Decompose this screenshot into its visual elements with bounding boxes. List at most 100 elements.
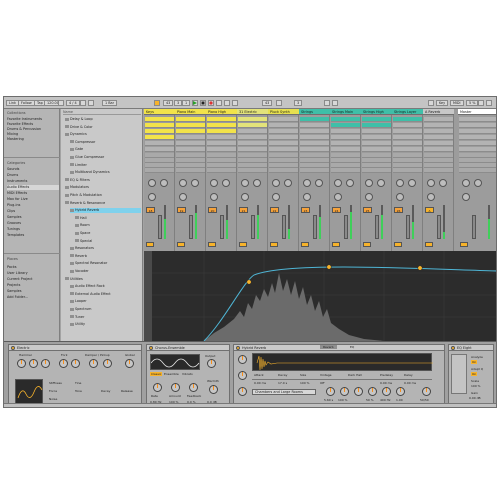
track-number-button[interactable]: 23 — [301, 207, 310, 213]
browser-item[interactable]: Delay & Loop — [65, 117, 141, 122]
clip-slot[interactable] — [362, 147, 391, 152]
sidebar-item-user-library[interactable]: User Library — [7, 271, 59, 276]
clip-slot[interactable] — [331, 135, 360, 140]
clip[interactable] — [145, 129, 174, 134]
clip-slot[interactable] — [176, 135, 205, 140]
clip[interactable] — [176, 123, 205, 128]
clip-slot[interactable] — [269, 168, 298, 173]
send-b-knob[interactable] — [408, 179, 416, 187]
amount-knob[interactable] — [171, 383, 180, 392]
clip-slot[interactable] — [331, 129, 360, 134]
track-activator-button[interactable] — [270, 242, 278, 247]
clip[interactable] — [207, 123, 236, 128]
send-a-knob[interactable] — [272, 179, 280, 187]
clip-slot[interactable] — [331, 141, 360, 146]
device-power-icon[interactable] — [451, 346, 455, 350]
ir-display[interactable] — [252, 353, 433, 371]
clip-slot[interactable] — [207, 141, 236, 146]
blend-knob[interactable] — [422, 387, 431, 396]
gain-value[interactable]: 0.00 dB — [469, 396, 481, 400]
clip-slot[interactable] — [459, 129, 496, 134]
sidebar-item-current-project[interactable]: Current Project — [7, 277, 59, 282]
shape-knob[interactable] — [368, 387, 377, 396]
clip-slot[interactable] — [362, 141, 391, 146]
browser-item[interactable]: Spectrum — [70, 307, 141, 312]
clip-slot[interactable] — [238, 135, 267, 140]
volume-fader[interactable] — [220, 215, 224, 239]
send-knob[interactable] — [238, 355, 247, 364]
send-b-knob[interactable] — [377, 179, 385, 187]
pan-knob[interactable] — [148, 193, 156, 201]
track-title[interactable]: Strings High — [361, 109, 392, 115]
clip-slot[interactable] — [424, 147, 453, 152]
track-number-button[interactable]: 18 — [146, 207, 155, 213]
browser-item[interactable]: Reverb & Resonance — [65, 201, 141, 206]
size-value[interactable]: 100 % — [300, 381, 310, 385]
time-signature[interactable]: 4 / 4 — [66, 100, 80, 106]
track-activator-button[interactable] — [394, 242, 402, 247]
ir-category-select[interactable]: Chambers and Large Rooms — [252, 389, 316, 395]
clip-slot[interactable] — [300, 168, 329, 173]
bass-mult-knob[interactable] — [396, 387, 405, 396]
dot-icon[interactable] — [80, 100, 86, 106]
clip[interactable] — [238, 117, 267, 122]
output-knob[interactable] — [207, 359, 216, 368]
eq-band-selector[interactable] — [451, 354, 467, 394]
browser-item[interactable]: Limiter — [70, 163, 141, 168]
clip-slot[interactable] — [331, 168, 360, 173]
browser-item[interactable]: Pitch & Modulation — [65, 193, 141, 198]
send-b-knob[interactable] — [222, 179, 230, 187]
sidebar-item-samples[interactable]: Samples — [7, 215, 59, 220]
clip[interactable] — [300, 117, 329, 122]
track-number-button[interactable]: 24 — [332, 207, 341, 213]
size-knob[interactable] — [340, 387, 349, 396]
browser-item[interactable]: Utilities — [65, 277, 141, 282]
add-folder-button[interactable]: Add Folder... — [7, 295, 59, 300]
device-power-icon[interactable] — [11, 346, 15, 350]
browser-item[interactable]: Modulators — [65, 185, 141, 190]
sidebar-item-instruments[interactable]: Instruments — [7, 179, 59, 184]
track-activator-button[interactable] — [363, 242, 371, 247]
send-a-knob[interactable] — [427, 179, 435, 187]
browser-item[interactable]: Reverb — [70, 254, 141, 259]
clip-slot[interactable] — [300, 129, 329, 134]
track-title[interactable]: 31 Electric — [237, 109, 268, 115]
browser-item[interactable]: Tuner — [70, 315, 141, 320]
volume-fader[interactable] — [251, 215, 255, 239]
clip-slot[interactable] — [362, 168, 391, 173]
clip-slot[interactable] — [145, 141, 174, 146]
attack-value[interactable]: 0.00 ms — [254, 381, 266, 385]
eq-band-3-handle[interactable] — [417, 265, 423, 271]
pan-knob[interactable] — [179, 193, 187, 201]
track-activator-button[interactable] — [239, 242, 247, 247]
clip-slot[interactable] — [459, 117, 496, 122]
eq-graph[interactable] — [144, 251, 497, 341]
sidebar-item-tunings[interactable]: Tunings — [7, 227, 59, 232]
browser-item[interactable]: Special — [75, 239, 141, 244]
clip-slot[interactable] — [459, 123, 496, 128]
send-a-knob[interactable] — [365, 179, 373, 187]
clip-slot[interactable] — [393, 168, 422, 173]
clip-slot[interactable] — [145, 147, 174, 152]
clip-slot[interactable] — [331, 147, 360, 152]
key-map-icon[interactable] — [428, 100, 434, 106]
send-a-knob[interactable] — [303, 179, 311, 187]
clip-slot[interactable] — [300, 135, 329, 140]
browser-item[interactable]: Room — [75, 223, 141, 228]
clip[interactable] — [145, 123, 174, 128]
clip-slot[interactable] — [393, 135, 422, 140]
clip-slot[interactable] — [393, 141, 422, 146]
delay-knob[interactable] — [354, 387, 363, 396]
track-number-button[interactable]: A — [425, 207, 434, 213]
device-power-icon[interactable] — [149, 346, 153, 350]
sidebar-item-max-for-live[interactable]: Max for Live — [7, 197, 59, 202]
pan-knob[interactable] — [334, 193, 342, 201]
send-b-knob[interactable] — [315, 179, 323, 187]
warmth-knob[interactable] — [209, 385, 218, 394]
browser-item[interactable]: Multiband Dynamics — [70, 170, 141, 175]
position-beat[interactable]: 3 — [174, 100, 183, 106]
pan-knob[interactable] — [241, 193, 249, 201]
clip-slot[interactable] — [424, 129, 453, 134]
browser-item[interactable]: Looper — [70, 299, 141, 304]
pencil-icon[interactable] — [332, 100, 338, 106]
